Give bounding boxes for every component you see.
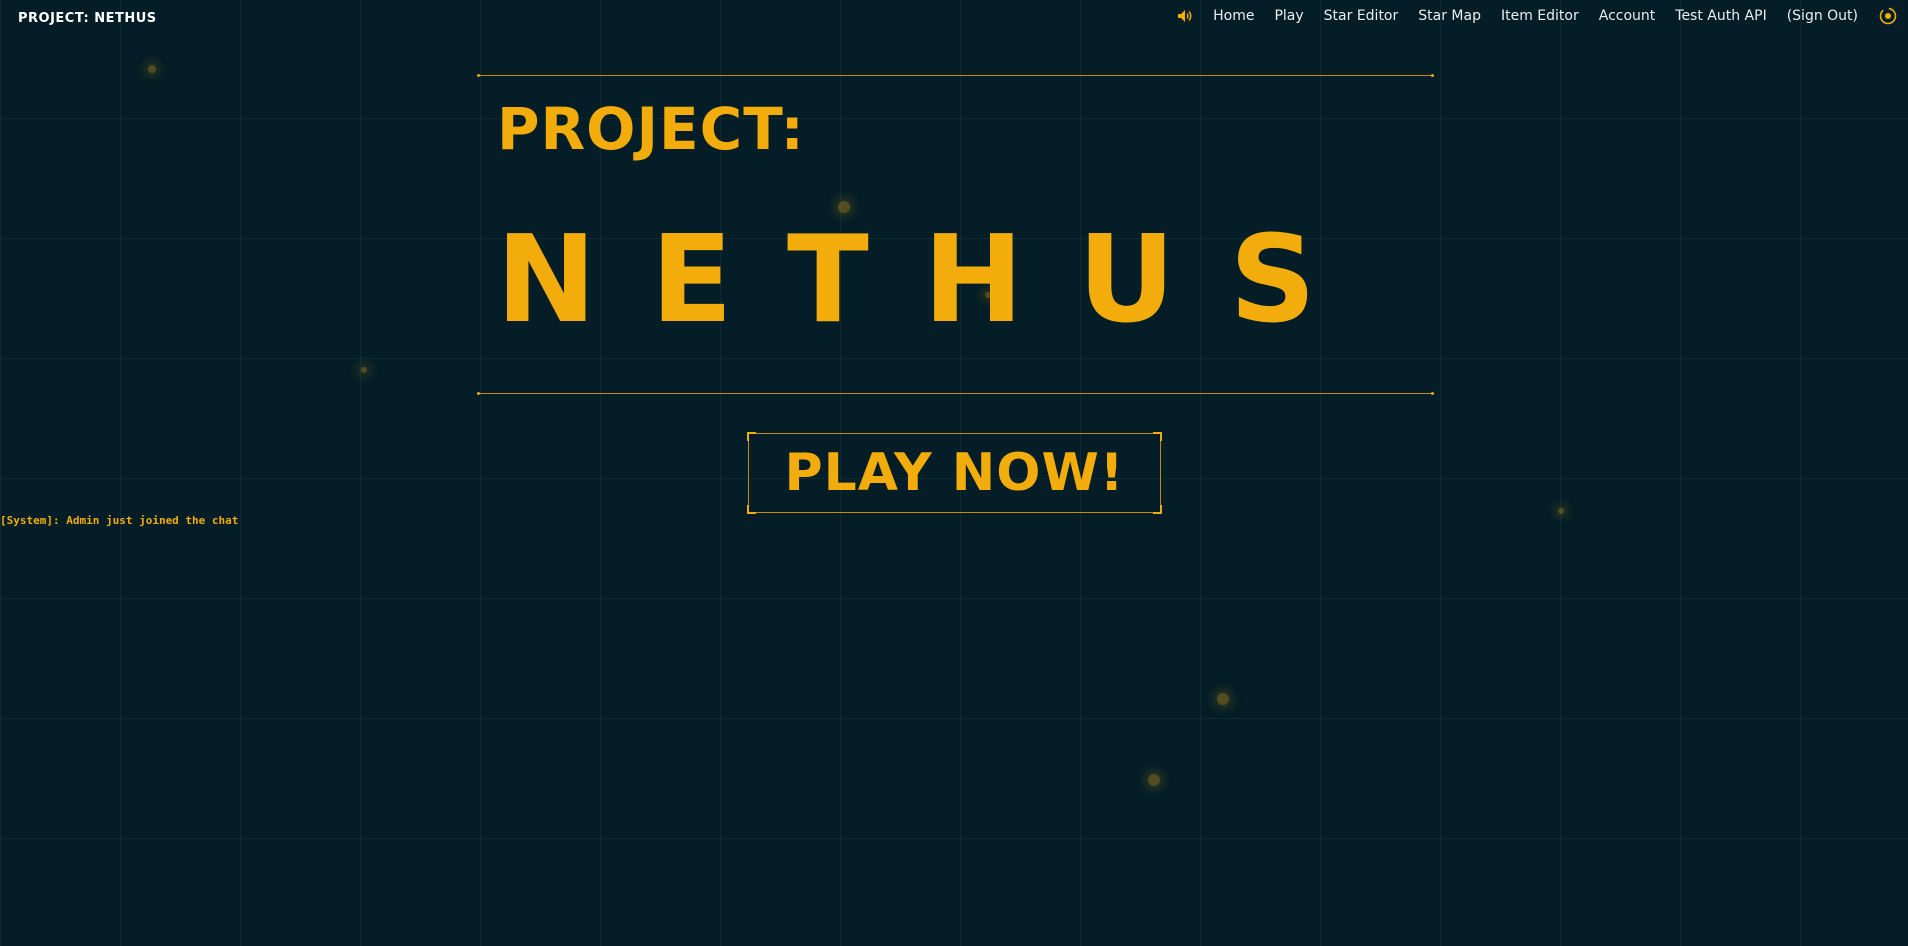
nav-link-sign-out[interactable]: (Sign Out) bbox=[1787, 8, 1858, 24]
button-corner bbox=[747, 432, 756, 441]
nav-link-account[interactable]: Account bbox=[1599, 8, 1656, 24]
hero-letter: T bbox=[786, 211, 869, 350]
nav-link-test-auth-api[interactable]: Test Auth API bbox=[1675, 8, 1766, 24]
button-corner bbox=[1153, 432, 1162, 441]
chat-log: [System]: Admin just joined the chat bbox=[0, 514, 238, 527]
hero-letter: E bbox=[650, 211, 733, 350]
nav-link-star-map[interactable]: Star Map bbox=[1418, 8, 1481, 24]
nav-link-item-editor[interactable]: Item Editor bbox=[1501, 8, 1579, 24]
glow-dot bbox=[361, 367, 367, 373]
button-corner bbox=[747, 505, 756, 514]
sun-icon[interactable] bbox=[1878, 6, 1898, 26]
glow-dot bbox=[1217, 693, 1229, 705]
nav-link-play[interactable]: Play bbox=[1274, 8, 1303, 24]
hero-top-divider bbox=[477, 74, 1434, 77]
hero-bottom-divider bbox=[477, 392, 1434, 395]
hero-letter: H bbox=[923, 211, 1024, 350]
nav-link-star-editor[interactable]: Star Editor bbox=[1324, 8, 1399, 24]
site-logo[interactable]: PROJECT: NETHUS bbox=[18, 11, 157, 26]
glow-dot bbox=[1558, 508, 1564, 514]
hero-title-project: PROJECT: bbox=[497, 95, 805, 163]
glow-dot bbox=[148, 65, 156, 73]
chat-message: [System]: Admin just joined the chat bbox=[0, 514, 239, 527]
hero-title-nethus: N E T H U S bbox=[496, 211, 1316, 350]
main-nav: Home Play Star Editor Star Map Item Edit… bbox=[1177, 6, 1898, 26]
nav-link-home[interactable]: Home bbox=[1213, 8, 1254, 24]
speaker-icon[interactable] bbox=[1177, 9, 1193, 23]
play-now-button[interactable]: PLAY NOW! bbox=[747, 432, 1162, 514]
hero-letter: U bbox=[1077, 211, 1176, 350]
button-corner bbox=[1153, 505, 1162, 514]
page: PROJECT: NETHUS Home Play Star Editor St… bbox=[0, 0, 1908, 946]
play-now-label: PLAY NOW! bbox=[784, 443, 1125, 503]
hero-letter: S bbox=[1229, 211, 1316, 350]
hero-letter: N bbox=[496, 211, 597, 350]
glow-dot bbox=[1148, 774, 1160, 786]
